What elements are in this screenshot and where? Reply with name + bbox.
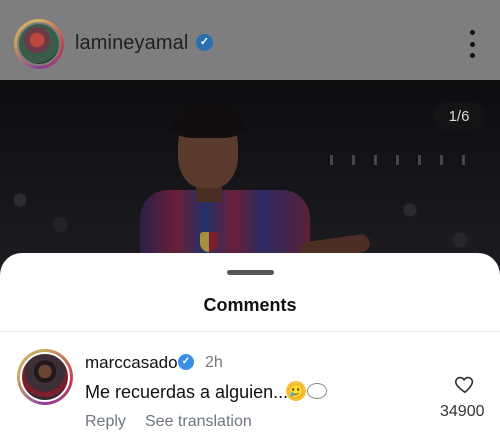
reply-button[interactable]: Reply <box>85 413 126 431</box>
see-translation-button[interactable]: See translation <box>145 413 252 431</box>
divider <box>0 331 500 332</box>
commenter-avatar[interactable] <box>17 349 73 405</box>
player-hair <box>172 104 244 138</box>
verified-badge-icon: ✓ <box>196 34 213 51</box>
dot-icon <box>469 53 475 58</box>
like-count: 34900 <box>440 403 485 420</box>
dot-icon <box>469 41 475 47</box>
sheet-title: Comments <box>203 295 297 315</box>
page-counter-badge: 1/6 <box>433 102 485 132</box>
post-header: lamineyamal ✓ <box>0 0 500 80</box>
comment-timestamp: 2h <box>205 354 223 371</box>
dot-icon <box>469 30 475 35</box>
stadium-lights <box>330 155 470 165</box>
commenter-username[interactable]: marccasado <box>85 353 178 373</box>
comments-sheet: Comments marccasado ✓ 2h Me recuerdas a … <box>0 253 500 440</box>
avatar-image <box>17 22 61 66</box>
club-crest <box>200 232 218 252</box>
drag-handle[interactable] <box>227 270 274 275</box>
post-author-username[interactable]: lamineyamal <box>75 32 188 55</box>
heart-icon[interactable] <box>454 373 476 395</box>
more-options-button[interactable] <box>466 30 478 58</box>
avatar-image <box>20 352 70 402</box>
emoji-icon: 🥲 <box>286 381 306 401</box>
post-author-avatar[interactable] <box>14 19 64 69</box>
verified-badge-icon: ✓ <box>178 354 194 370</box>
comment-text: Me recuerdas a alguien... <box>85 382 289 402</box>
post-photo[interactable]: 1/6 <box>0 80 500 270</box>
thought-bubble-icon <box>307 383 327 399</box>
